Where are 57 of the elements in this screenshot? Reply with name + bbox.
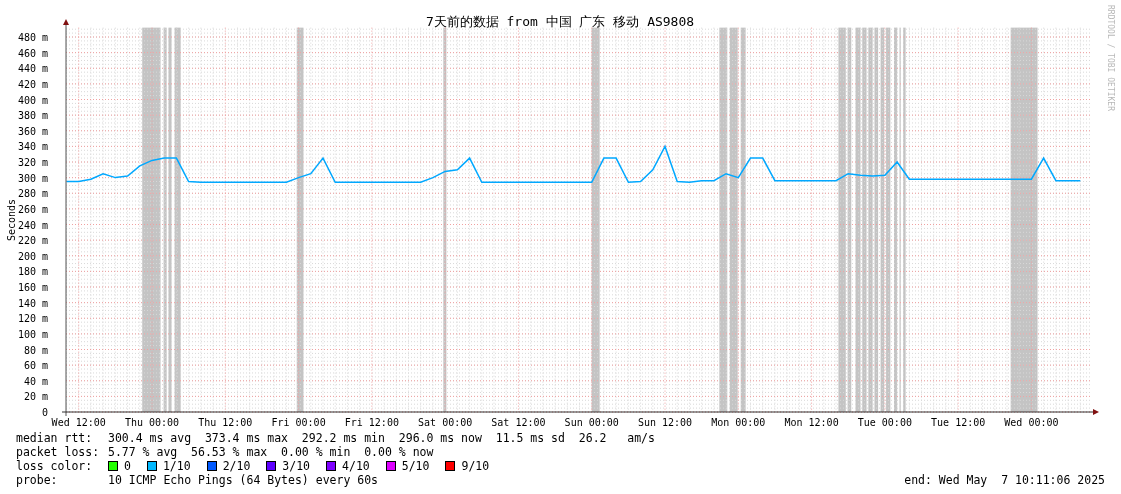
y-tick-label: 360 m (17, 125, 48, 137)
legend-item-label: 3/10 (282, 459, 311, 473)
y-tick-label: 100 m (17, 328, 48, 340)
y-tick-label: 200 m (17, 250, 48, 262)
x-tick-label: Sat 12:00 (491, 417, 546, 428)
stat-label: packet loss: (16, 445, 101, 459)
x-tick-label: Sun 12:00 (637, 417, 693, 428)
chart-title: 7天前的数据 from 中国 广东 移动 AS9808 (425, 14, 695, 29)
legend-label: loss color: (16, 459, 94, 473)
y-tick-label: 80 m (23, 344, 48, 356)
y-tick-label: 60 m (23, 360, 48, 372)
y-tick-label: 240 m (17, 219, 48, 231)
y-tick-label: 440 m (17, 63, 48, 75)
y-tick-label: 220 m (17, 235, 48, 247)
x-tick-label: Wed 12:00 (51, 417, 106, 428)
legend-item-label: 9/10 (461, 459, 490, 473)
legend-item-label: 5/10 (401, 459, 430, 473)
y-tick-label: 40 m (23, 375, 48, 387)
probe-value: 10 ICMP Echo Pings (64 Bytes) every 60s (108, 473, 379, 487)
stat-label: median rtt: (16, 431, 94, 445)
y-tick-label: 180 m (17, 266, 48, 278)
stat-value: 5.77 % avg 56.53 % max 0.00 % min 0.00 % now (108, 445, 434, 459)
y-tick-label: 420 m (17, 78, 48, 90)
y-tick-label: 280 m (17, 188, 48, 200)
y-tick-label: 300 m (17, 172, 48, 184)
stat-value: 300.4 ms avg 373.4 ms max 292.2 ms min 296.0 ms now 11.5 ms sd 26.2 am/s (108, 431, 655, 445)
y-tick-label: 0 (41, 407, 48, 418)
legend-item-label: 4/10 (342, 459, 370, 473)
legend-item-label: 2/10 (222, 459, 251, 473)
y-tick-label: 340 m (17, 141, 48, 153)
y-tick-label: 320 m (17, 157, 48, 168)
legend-item-label: 0 (124, 459, 131, 473)
x-tick-label: Sat 00:00 (418, 417, 473, 428)
y-tick-label: 400 m (17, 94, 48, 106)
y-tick-label: 260 m (17, 203, 48, 215)
credit-text: RRDTOOL / TOBI OETIKER (1106, 5, 1115, 111)
y-tick-label: 140 m (17, 297, 48, 309)
x-tick-label: Tue 00:00 (857, 417, 912, 428)
x-tick-label: Sun 00:00 (564, 417, 619, 428)
end-time: end: Wed May 7 10:11:06 2025 (904, 473, 1105, 487)
x-tick-label: Fri 12:00 (344, 417, 399, 428)
legend-item-label: 1/10 (162, 459, 191, 473)
y-tick-label: 460 m (17, 47, 48, 59)
x-tick-label: Wed 00:00 (1004, 417, 1059, 428)
x-tick-label: Thu 12:00 (198, 417, 253, 428)
y-tick-label: 20 m (23, 391, 48, 403)
y-tick-label: 480 m (17, 32, 48, 43)
probe-label: probe: (16, 473, 59, 487)
x-tick-label: Tue 12:00 (931, 417, 986, 428)
x-tick-label: Fri 00:00 (271, 417, 326, 428)
x-tick-label: Mon 12:00 (784, 417, 839, 428)
y-tick-label: 380 m (17, 110, 48, 122)
axis-title: Seconds (6, 198, 17, 242)
y-tick-label: 160 m (17, 282, 48, 293)
x-tick-label: Thu 00:00 (124, 417, 180, 428)
x-tick-label: Mon 00:00 (711, 417, 766, 428)
y-tick-label: 120 m (17, 313, 48, 325)
